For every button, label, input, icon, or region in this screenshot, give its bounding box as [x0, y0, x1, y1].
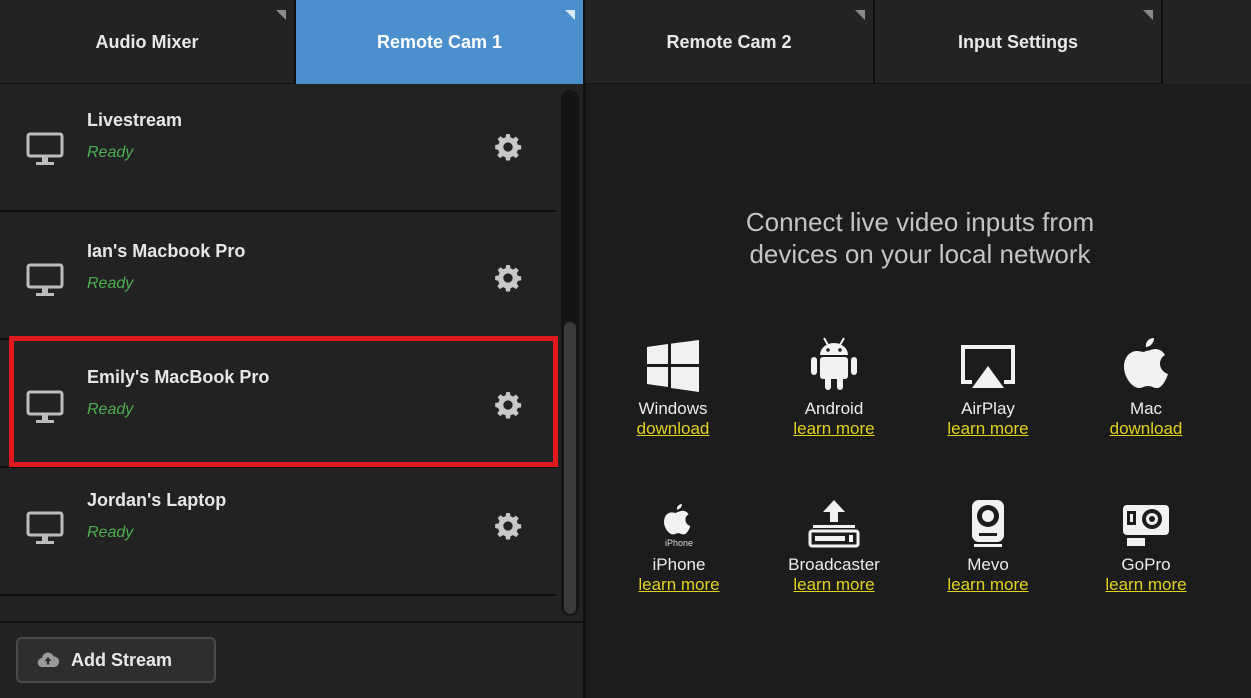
tab-corner-indicator — [855, 10, 865, 20]
device-name: iPhone — [652, 555, 706, 574]
stream-status: Ready — [87, 275, 134, 292]
connect-heading: Connect live video inputs from devices o… — [589, 206, 1251, 270]
stream-status: Ready — [87, 524, 134, 541]
tab-bar-filler — [1163, 0, 1251, 84]
stream-name: Ian's Macbook Pro — [87, 241, 246, 261]
android-learn-more-link[interactable]: learn more — [769, 419, 899, 439]
device-connect-panel: Connect live video inputs from devices o… — [589, 84, 1251, 698]
device-windows: Windows download — [608, 328, 738, 439]
gear-icon[interactable] — [494, 512, 522, 540]
selection-highlight — [9, 336, 558, 467]
device-name: AirPlay — [961, 399, 1015, 418]
device-gopro: GoPro learn more — [1081, 484, 1211, 595]
stream-list-panel: Livestream Ready Ian's Macbook Pro Ready — [0, 84, 586, 698]
broadcaster-learn-more-link[interactable]: learn more — [769, 575, 899, 595]
mac-download-link[interactable]: download — [1081, 419, 1211, 439]
windows-download-link[interactable]: download — [608, 419, 738, 439]
connect-heading-line-2: devices on your local network — [749, 239, 1091, 269]
iphone-icon: iPhone — [614, 484, 744, 548]
iphone-learn-more-link[interactable]: learn more — [614, 575, 744, 595]
monitor-icon — [26, 132, 64, 165]
gopro-icon — [1081, 484, 1211, 548]
mevo-icon — [923, 484, 1053, 548]
tab-label: Remote Cam 1 — [376, 31, 503, 52]
mevo-learn-more-link[interactable]: learn more — [923, 575, 1053, 595]
cloud-upload-icon — [37, 652, 59, 668]
tab-input-settings[interactable]: Input Settings — [875, 0, 1163, 84]
tab-remote-cam-1[interactable]: Remote Cam 1 — [296, 0, 585, 84]
tab-corner-indicator — [565, 10, 575, 20]
device-airplay: AirPlay learn more — [923, 328, 1053, 439]
airplay-learn-more-link[interactable]: learn more — [923, 419, 1053, 439]
tab-corner-indicator — [276, 10, 286, 20]
monitor-icon — [26, 263, 64, 296]
stream-row-livestream[interactable]: Livestream Ready — [0, 84, 556, 212]
add-stream-label: Add Stream — [71, 649, 173, 670]
device-name: Broadcaster — [788, 555, 880, 574]
windows-icon — [608, 328, 738, 392]
monitor-icon — [26, 511, 64, 544]
iphone-icon-caption: iPhone — [665, 538, 693, 548]
tab-corner-indicator — [1143, 10, 1153, 20]
apple-icon — [1081, 328, 1211, 392]
stream-row-jordans-laptop[interactable]: Jordan's Laptop Ready — [0, 468, 556, 596]
stream-name: Jordan's Laptop — [87, 490, 227, 510]
device-mac: Mac download — [1081, 328, 1211, 439]
stream-row-ians-macbook-pro[interactable]: Ian's Macbook Pro Ready — [0, 212, 556, 340]
gear-icon[interactable] — [494, 133, 522, 161]
scrollbar-thumb[interactable] — [564, 322, 576, 614]
device-iphone: iPhone iPhone learn more — [614, 484, 744, 595]
stream-status: Ready — [87, 144, 134, 161]
tab-bar: Audio Mixer Remote Cam 1 Remote Cam 2 In… — [0, 0, 1251, 84]
tab-label: Input Settings — [958, 31, 1078, 52]
stream-row-partial[interactable] — [0, 596, 556, 619]
android-icon — [769, 328, 899, 392]
airplay-icon — [923, 328, 1053, 392]
tab-remote-cam-2[interactable]: Remote Cam 2 — [585, 0, 875, 84]
device-mevo: Mevo learn more — [923, 484, 1053, 595]
device-name: Mevo — [967, 555, 1009, 574]
gear-icon[interactable] — [494, 264, 522, 292]
stream-name: Livestream — [87, 110, 183, 130]
device-name: Android — [804, 399, 864, 418]
device-broadcaster: Broadcaster learn more — [769, 484, 899, 595]
add-stream-button[interactable]: Add Stream — [16, 637, 216, 683]
device-name: Windows — [638, 399, 708, 418]
broadcaster-icon — [769, 484, 899, 548]
device-name: Mac — [1129, 399, 1163, 418]
connect-heading-line-1: Connect live video inputs from — [745, 207, 1095, 237]
tab-label: Audio Mixer — [95, 31, 199, 52]
gopro-learn-more-link[interactable]: learn more — [1081, 575, 1211, 595]
tab-label: Remote Cam 2 — [666, 31, 792, 52]
device-android: Android learn more — [769, 328, 899, 439]
tab-audio-mixer[interactable]: Audio Mixer — [0, 0, 296, 84]
device-name: GoPro — [1121, 555, 1171, 574]
